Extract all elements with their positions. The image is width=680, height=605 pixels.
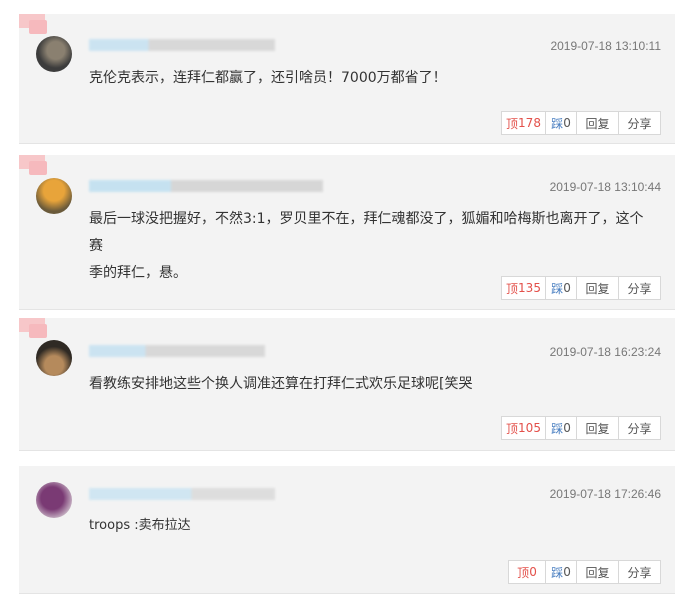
card-corner-decoration bbox=[29, 161, 47, 175]
comment-text: 克伦克表示，连拜仁都赢了，还引啥员！7000万都省了！ bbox=[89, 70, 447, 86]
comment-actions: 顶 178 踩0 回复 分享 bbox=[501, 111, 661, 135]
upvote-button[interactable]: 顶 105 bbox=[501, 416, 546, 440]
upvote-button[interactable]: 顶0 bbox=[508, 560, 546, 584]
comment-timestamp: 2019-07-18 16:23:24 bbox=[549, 345, 661, 359]
downvote-button[interactable]: 踩0 bbox=[545, 416, 577, 440]
card-corner-decoration bbox=[29, 324, 47, 338]
username-blurred[interactable] bbox=[89, 180, 323, 192]
username-blurred[interactable] bbox=[89, 345, 265, 357]
comment-actions: 顶 105 踩0 回复 分享 bbox=[501, 416, 661, 440]
reply-button[interactable]: 回复 bbox=[576, 560, 619, 584]
comment-actions: 顶 135 踩0 回复 分享 bbox=[501, 276, 661, 300]
card-corner-decoration bbox=[29, 20, 47, 34]
reply-button[interactable]: 回复 bbox=[576, 416, 619, 440]
avatar[interactable] bbox=[36, 340, 72, 376]
avatar[interactable] bbox=[36, 178, 72, 214]
downvote-button[interactable]: 踩0 bbox=[545, 560, 577, 584]
comment-timestamp: 2019-07-18 13:10:11 bbox=[550, 39, 661, 53]
comment-card: 2019-07-18 16:23:24 看教练安排地这些个换人调准还算在打拜仁式… bbox=[19, 318, 675, 451]
comment-text: troops :卖布拉达 bbox=[89, 518, 191, 533]
comment-text: 看教练安排地这些个换人调准还算在打拜仁式欢乐足球呢[笑哭 bbox=[89, 376, 473, 392]
comment-timestamp: 2019-07-18 13:10:44 bbox=[549, 180, 661, 194]
comment-card: 2019-07-18 13:10:44 最后一球没把握好，不然3:1，罗贝里不在… bbox=[19, 155, 675, 310]
downvote-button[interactable]: 踩0 bbox=[545, 276, 577, 300]
comment-actions: 顶0 踩0 回复 分享 bbox=[508, 560, 661, 584]
upvote-button[interactable]: 顶 135 bbox=[501, 276, 546, 300]
downvote-button[interactable]: 踩0 bbox=[545, 111, 577, 135]
share-button[interactable]: 分享 bbox=[618, 416, 661, 440]
comment-text: 最后一球没把握好，不然3:1，罗贝里不在，拜仁魂都没了，狐媚和哈梅斯也离开了，这… bbox=[89, 211, 644, 281]
username-blurred[interactable] bbox=[89, 488, 275, 500]
share-button[interactable]: 分享 bbox=[618, 276, 661, 300]
username-blurred[interactable] bbox=[89, 39, 275, 51]
reply-button[interactable]: 回复 bbox=[576, 276, 619, 300]
comment-card: 2019-07-18 13:10:11 克伦克表示，连拜仁都赢了，还引啥员！70… bbox=[19, 14, 675, 144]
reply-button[interactable]: 回复 bbox=[576, 111, 619, 135]
avatar[interactable] bbox=[36, 482, 72, 518]
share-button[interactable]: 分享 bbox=[618, 560, 661, 584]
comment-timestamp: 2019-07-18 17:26:46 bbox=[549, 487, 661, 501]
comment-card: 2019-07-18 17:26:46 troops :卖布拉达 顶0 踩0 回… bbox=[19, 466, 675, 594]
upvote-button[interactable]: 顶 178 bbox=[501, 111, 546, 135]
avatar[interactable] bbox=[36, 36, 72, 72]
share-button[interactable]: 分享 bbox=[618, 111, 661, 135]
